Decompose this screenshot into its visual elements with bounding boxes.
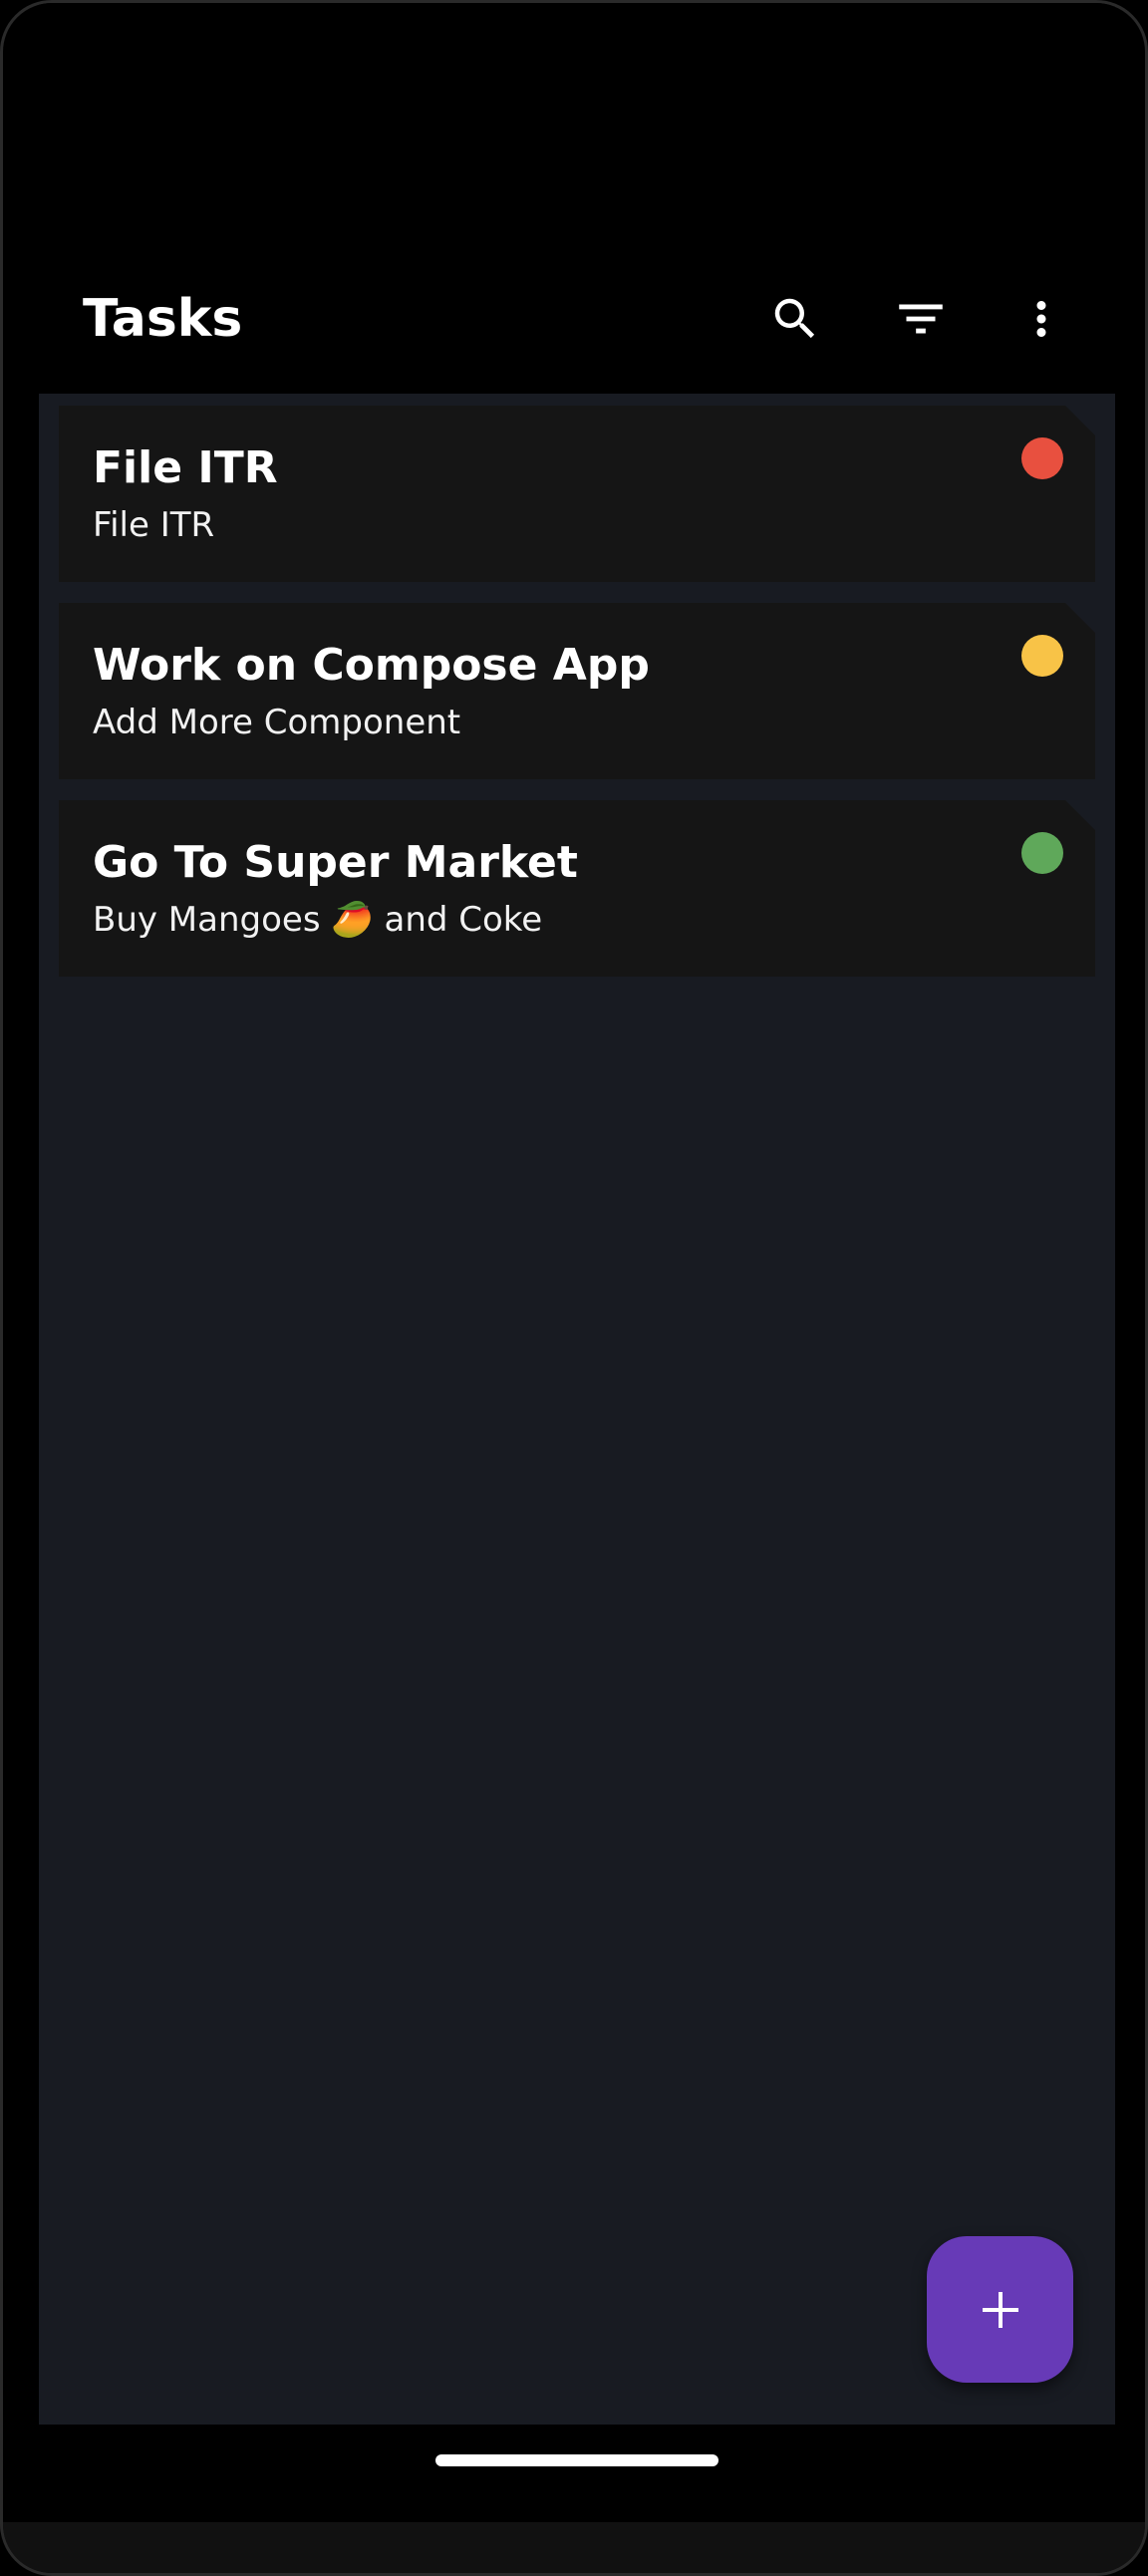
more-options-button[interactable] (1002, 279, 1081, 359)
task-item[interactable]: Work on Compose App Add More Component (59, 603, 1095, 779)
top-app-bar: Tasks (39, 249, 1115, 394)
priority-indicator (1021, 635, 1063, 677)
app-screen: Tasks File ITR File ITR Work on Compose … (39, 3, 1115, 2425)
more-vert-icon (1036, 301, 1046, 337)
task-list: File ITR File ITR Work on Compose App Ad… (39, 394, 1115, 2425)
priority-indicator (1021, 437, 1063, 479)
search-button[interactable] (755, 279, 835, 359)
app-title: Tasks (83, 289, 243, 349)
phone-frame: Tasks File ITR File ITR Work on Compose … (0, 0, 1148, 2576)
task-title: File ITR (93, 442, 278, 493)
task-item[interactable]: Go To Super Market Buy Mangoes 🥭 and Cok… (59, 800, 1095, 977)
task-title: Go To Super Market (93, 837, 578, 888)
filter-list-icon (899, 304, 943, 334)
plus-icon (982, 2291, 1018, 2328)
add-task-button[interactable] (927, 2236, 1073, 2383)
task-description: Buy Mangoes 🥭 and Coke (93, 900, 543, 940)
task-title: Work on Compose App (93, 640, 650, 691)
filter-button[interactable] (881, 279, 961, 359)
task-item[interactable]: File ITR File ITR (59, 406, 1095, 582)
task-description: Add More Component (93, 703, 461, 742)
priority-indicator (1021, 832, 1063, 874)
search-icon (774, 298, 815, 339)
task-description: File ITR (93, 505, 215, 545)
home-indicator[interactable] (435, 2454, 718, 2466)
system-navigation-bar (3, 2425, 1145, 2522)
phone-chin (3, 2522, 1145, 2573)
